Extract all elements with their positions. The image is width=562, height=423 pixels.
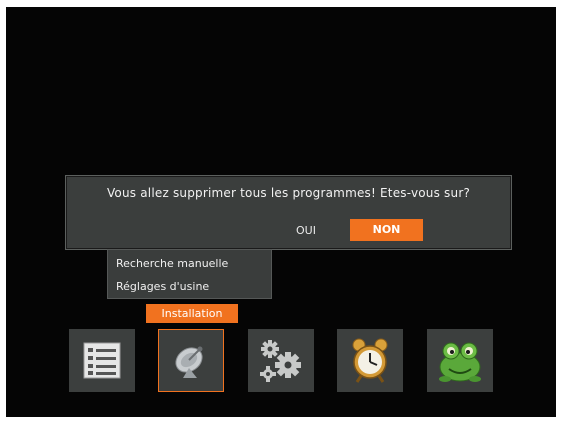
menu-tile-games[interactable] <box>427 329 493 392</box>
dialog-message: Vous allez supprimer tous les programmes… <box>106 186 471 200</box>
game-frog-icon <box>439 342 481 382</box>
satellite-dish-icon <box>175 346 203 378</box>
alarm-clock-icon <box>352 338 388 383</box>
menu-tile-installation[interactable] <box>158 329 224 392</box>
gears-icon <box>260 340 301 382</box>
confirm-dialog: Vous allez supprimer tous les programmes… <box>65 175 512 250</box>
screen-bottom-edge <box>6 409 556 417</box>
menu-tile-channel-list[interactable] <box>69 329 135 392</box>
installation-submenu: Recherche manuelle Réglages d'usine <box>107 249 272 299</box>
channel-list-icon <box>83 342 121 379</box>
menu-tile-settings[interactable] <box>248 329 314 392</box>
yes-button[interactable]: OUI <box>286 221 326 241</box>
menu-selected-label: Installation <box>146 304 238 323</box>
submenu-item-manual-search[interactable]: Recherche manuelle <box>116 257 228 270</box>
no-button[interactable]: NON <box>350 219 423 241</box>
submenu-item-factory-reset[interactable]: Réglages d'usine <box>116 280 209 293</box>
tv-screen: Vous allez supprimer tous les programmes… <box>6 7 556 417</box>
menu-tile-timer[interactable] <box>337 329 403 392</box>
